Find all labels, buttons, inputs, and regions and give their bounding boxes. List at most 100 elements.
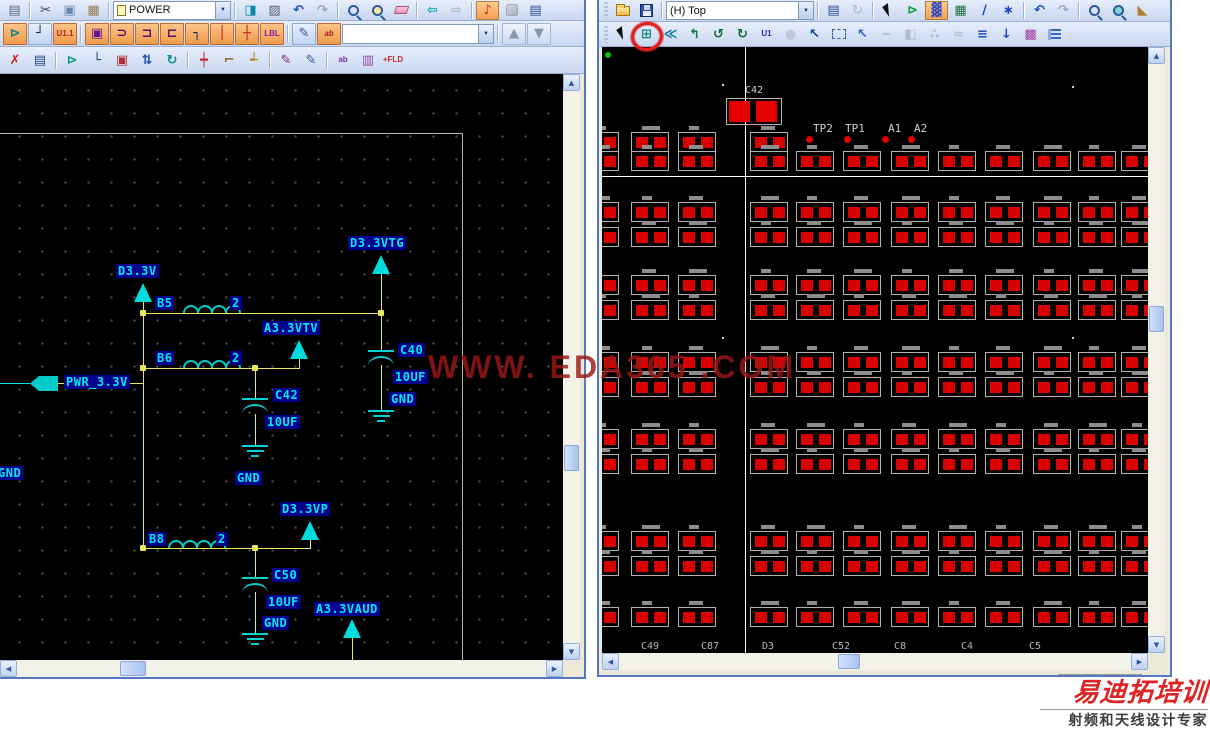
pcb-component[interactable] [1078, 448, 1116, 474]
draw-line-button[interactable]: ✎ [292, 22, 316, 45]
pcb-component[interactable] [678, 346, 716, 372]
multi-select-button[interactable]: ↖ [851, 25, 874, 44]
pcb-component[interactable] [796, 448, 834, 474]
swap-gates-button[interactable]: ⇅ [135, 49, 159, 71]
pcb-component[interactable] [602, 196, 619, 222]
pcb-component[interactable] [1121, 145, 1148, 171]
edit-text-button[interactable]: ✎ [274, 49, 298, 71]
capacitor-symbol[interactable] [242, 404, 268, 414]
pcb-layer-selector[interactable]: (H) Top ▼ [666, 1, 814, 20]
pcb-vertical-scrollbar[interactable]: ▲ ▼ [1148, 47, 1165, 653]
pcb-component[interactable] [602, 227, 619, 247]
pcb-component[interactable] [985, 448, 1023, 474]
pcb-component[interactable] [750, 550, 788, 576]
edit-document-button[interactable]: ▨ [263, 1, 286, 20]
gnd-symbol[interactable] [246, 638, 264, 640]
net-label[interactable]: B5 [155, 296, 175, 310]
navigate-back-button[interactable]: ⇦ [421, 1, 444, 20]
pcb-component[interactable] [602, 294, 619, 320]
pcb-component[interactable] [1121, 346, 1148, 372]
pcb-component[interactable] [843, 346, 881, 372]
pcb-component[interactable] [985, 525, 1023, 551]
pcb-component[interactable] [1078, 346, 1116, 372]
chevron-down-icon[interactable]: ▼ [798, 2, 813, 19]
pcb-component[interactable] [678, 601, 716, 627]
place-part-button[interactable]: ⊳ [3, 22, 27, 45]
pcb-component[interactable] [938, 269, 976, 295]
save-button[interactable] [635, 1, 658, 20]
place-wire-button[interactable]: ┘ [28, 22, 52, 45]
net-label[interactable]: 10UF [266, 595, 301, 609]
mirror-button[interactable]: ◧ [899, 25, 922, 44]
place-bus-entry-button[interactable]: ┐ [185, 22, 209, 45]
pcb-component[interactable] [843, 525, 881, 551]
place-via-button[interactable]: ● [779, 25, 802, 44]
pcb-component[interactable] [750, 525, 788, 551]
pcb-component[interactable] [602, 423, 619, 449]
spread-components-button[interactable]: ↰ [683, 25, 706, 44]
testpoint-pad[interactable] [882, 136, 889, 143]
chevron-down-icon[interactable]: ▼ [478, 24, 493, 43]
net-label[interactable]: C42 [273, 388, 301, 402]
sheet-port[interactable] [30, 376, 58, 391]
notes-button[interactable]: ♪ [476, 0, 499, 20]
pcb-component[interactable] [1078, 601, 1116, 627]
pcb-component[interactable] [938, 448, 976, 474]
schematic-vertical-scrollbar[interactable]: ▲ ▼ [563, 74, 580, 660]
item-properties-button[interactable]: ▤ [28, 49, 52, 71]
add-sheet-button[interactable]: ▣ [110, 49, 134, 71]
pcb-component[interactable] [631, 448, 669, 474]
pcb-component[interactable] [796, 601, 834, 627]
net-label[interactable]: D3.3VP [280, 502, 331, 516]
place-gate-inputs-button[interactable]: ⊐ [135, 22, 159, 45]
pcb-component[interactable] [750, 346, 788, 372]
pcb-component[interactable] [985, 346, 1023, 372]
pcb-component[interactable] [1121, 423, 1148, 449]
pcb-component[interactable] [678, 448, 716, 474]
net-label[interactable]: GND [235, 471, 263, 485]
pcb-component[interactable] [602, 377, 619, 397]
gnd-symbol[interactable] [377, 420, 385, 422]
pcb-component[interactable] [938, 371, 976, 397]
net-label[interactable]: 2 [230, 351, 242, 365]
pcb-component[interactable] [891, 550, 929, 576]
move-up-button[interactable]: ▲ [502, 22, 526, 45]
pcb-component[interactable] [938, 196, 976, 222]
pcb-component[interactable] [938, 145, 976, 171]
pcb-component[interactable] [843, 196, 881, 222]
net-label[interactable]: B6 [155, 351, 175, 365]
pcb-component[interactable] [796, 346, 834, 372]
net-label[interactable]: 2 [216, 532, 228, 546]
pcb-component[interactable] [1033, 294, 1071, 320]
pcb-component[interactable] [796, 371, 834, 397]
renumber-components-button[interactable]: U1 [755, 25, 778, 44]
redo-button[interactable]: ↷ [1052, 1, 1075, 20]
pcb-component[interactable] [1078, 423, 1116, 449]
pcb-component[interactable] [891, 371, 929, 397]
toolbar-grip[interactable] [604, 25, 608, 43]
power-port-arrow[interactable] [290, 340, 308, 359]
edit-net-button[interactable]: ⌐ [217, 49, 241, 71]
pcb-component[interactable] [843, 221, 881, 247]
pcb-component[interactable] [1033, 346, 1071, 372]
scroll-left-icon[interactable]: ◀ [602, 653, 619, 670]
net-label[interactable]: A3.3VAUD [314, 602, 380, 616]
pcb-component[interactable] [750, 145, 788, 171]
pcb-component[interactable] [750, 423, 788, 449]
pcb-component[interactable] [1033, 371, 1071, 397]
pcb-component[interactable] [631, 371, 669, 397]
zoom-area-button[interactable] [1107, 1, 1130, 20]
capacitor-symbol[interactable] [242, 577, 268, 579]
scroll-up-icon[interactable]: ▲ [563, 74, 580, 91]
place-sheet-symbol-button[interactable]: ▣ [85, 22, 109, 45]
erase-button[interactable] [390, 1, 413, 20]
pcb-component[interactable] [796, 221, 834, 247]
power-port-arrow[interactable] [134, 283, 152, 302]
pcb-component[interactable] [602, 145, 619, 171]
text-frame-button[interactable]: ab [331, 49, 355, 71]
fanout-button[interactable]: ≪ [659, 25, 682, 44]
move-down-button[interactable]: ▼ [527, 22, 551, 45]
pcb-component[interactable] [1033, 196, 1071, 222]
pcb-component[interactable] [678, 423, 716, 449]
pcb-component[interactable] [938, 294, 976, 320]
